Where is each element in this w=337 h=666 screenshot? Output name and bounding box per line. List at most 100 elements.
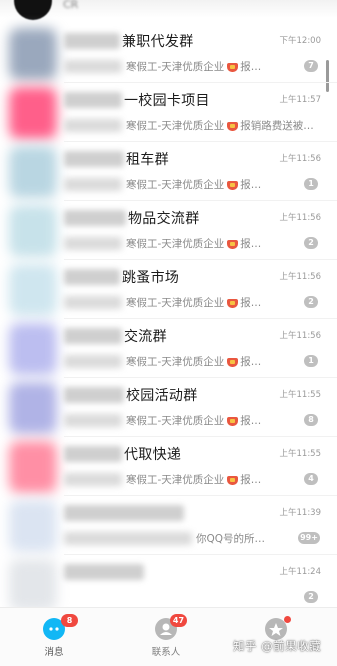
chat-preview-tail: 报… bbox=[240, 178, 262, 191]
unread-count-badge: 1 bbox=[304, 178, 318, 190]
chat-preview: 寒假工-天津优质企业 bbox=[126, 178, 225, 191]
chat-title-wrap bbox=[64, 561, 146, 583]
chat-avatar[interactable] bbox=[9, 500, 57, 552]
tab-messages[interactable]: 8 消息 bbox=[24, 614, 84, 664]
chat-avatar[interactable] bbox=[9, 87, 57, 139]
chat-row[interactable]: 一校园卡项目 上午11:57 寒假工-天津优质企业 报销路费送被… bbox=[0, 83, 337, 142]
chat-time: 上午11:24 bbox=[279, 567, 322, 577]
chat-time: 上午11:57 bbox=[279, 95, 322, 105]
chat-title-wrap: 兼职代发群 bbox=[64, 30, 194, 52]
chat-preview-wrap: 寒假工-天津优质企业 报… bbox=[64, 175, 261, 193]
redacted-title bbox=[64, 564, 144, 580]
chat-preview: 寒假工-天津优质企业 bbox=[126, 296, 225, 309]
chat-title-wrap: 交流群 bbox=[64, 325, 167, 347]
redacted-sender bbox=[64, 177, 122, 191]
red-envelope-icon bbox=[227, 62, 239, 72]
chat-preview-wrap: 寒假工-天津优质企业 报… bbox=[64, 57, 261, 75]
chat-avatar[interactable] bbox=[9, 205, 57, 257]
chat-time: 上午11:55 bbox=[279, 390, 322, 400]
chat-time: 上午11:56 bbox=[279, 213, 322, 223]
unread-count-badge: 2 bbox=[304, 591, 318, 603]
chat-avatar[interactable] bbox=[9, 264, 57, 316]
chat-row[interactable]: 校园活动群 上午11:55 寒假工-天津优质企业 报… 8 bbox=[0, 378, 337, 437]
red-envelope-icon bbox=[227, 121, 239, 131]
chat-avatar[interactable] bbox=[9, 441, 57, 493]
contacts-badge: 47 bbox=[170, 614, 187, 627]
chat-avatar[interactable] bbox=[9, 382, 57, 434]
chat-row[interactable]: 租车群 上午11:56 寒假工-天津优质企业 报… 1 bbox=[0, 142, 337, 201]
redacted-title bbox=[64, 328, 122, 344]
chat-preview-tail: 报… bbox=[240, 414, 262, 427]
red-envelope-icon bbox=[227, 357, 239, 367]
chat-preview-wrap: 你QQ号的所… bbox=[64, 529, 265, 547]
redacted-sender bbox=[64, 354, 122, 368]
top-strip: CR bbox=[0, 0, 337, 20]
tab-messages-label: 消息 bbox=[44, 647, 64, 658]
chat-avatar[interactable] bbox=[9, 323, 57, 375]
chat-avatar[interactable] bbox=[9, 28, 57, 80]
chat-time: 上午11:55 bbox=[279, 449, 322, 459]
tab-contacts[interactable]: 47 联系人 bbox=[136, 614, 196, 664]
chat-time: 上午11:56 bbox=[279, 331, 322, 341]
chat-title-wrap: 代取快递 bbox=[64, 443, 181, 465]
bottom-tab-bar: 8 消息 47 联系人 bbox=[0, 607, 337, 666]
redacted-sender bbox=[64, 413, 122, 427]
redacted-title bbox=[64, 33, 120, 49]
chat-preview-tail: 报销路费送被… bbox=[240, 119, 314, 132]
chat-row[interactable]: 上午11:24 2 bbox=[0, 555, 337, 614]
messages-badge: 8 bbox=[61, 614, 78, 627]
chat-preview: 寒假工-天津优质企业 bbox=[126, 473, 225, 486]
chat-row[interactable]: 物品交流群 上午11:56 寒假工-天津优质企业 报… 2 bbox=[0, 201, 337, 260]
redacted-title bbox=[64, 387, 124, 403]
chat-title-wrap: 租车群 bbox=[64, 148, 169, 170]
chat-preview-wrap: 寒假工-天津优质企业 报… bbox=[64, 293, 261, 311]
header-avatar[interactable] bbox=[14, 0, 52, 20]
redacted-title bbox=[64, 210, 126, 226]
chat-time: 上午11:39 bbox=[279, 508, 322, 518]
unread-count-badge: 7 bbox=[304, 60, 318, 72]
unread-count-badge: 1 bbox=[304, 355, 318, 367]
red-envelope-icon bbox=[227, 239, 239, 249]
unread-count-badge: 8 bbox=[304, 414, 318, 426]
redacted-sender bbox=[64, 59, 122, 73]
chat-preview-wrap: 寒假工-天津优质企业 报… bbox=[64, 234, 261, 252]
chat-preview-wrap: 寒假工-天津优质企业 报销路费送被… bbox=[64, 116, 314, 134]
chat-preview: 寒假工-天津优质企业 bbox=[126, 355, 225, 368]
chat-avatar[interactable] bbox=[9, 146, 57, 198]
dynamic-dot bbox=[284, 616, 291, 623]
chat-title: 校园活动群 bbox=[126, 388, 198, 404]
chat-preview-tail: 报… bbox=[240, 355, 262, 368]
unread-count-badge: 99+ bbox=[298, 532, 320, 544]
red-envelope-icon bbox=[227, 298, 239, 308]
redacted-sender bbox=[64, 531, 192, 545]
chat-avatar[interactable] bbox=[9, 559, 57, 611]
chat-title-wrap: 跳蚤市场 bbox=[64, 266, 179, 288]
chat-title: 跳蚤市场 bbox=[122, 270, 180, 286]
chat-time: 下午12:00 bbox=[279, 36, 322, 46]
unread-count-badge: 4 bbox=[304, 473, 318, 485]
chat-row[interactable]: 上午11:39 你QQ号的所… 99+ bbox=[0, 496, 337, 555]
chat-time: 上午11:56 bbox=[279, 154, 322, 164]
chat-title: 物品交流群 bbox=[128, 211, 200, 227]
chat-preview: 寒假工-天津优质企业 bbox=[126, 60, 225, 73]
redacted-sender bbox=[64, 118, 122, 132]
chat-preview-wrap: 寒假工-天津优质企业 报… bbox=[64, 470, 261, 488]
unread-count-badge: 2 bbox=[304, 237, 318, 249]
redacted-title bbox=[64, 446, 122, 462]
chat-title: 代取快递 bbox=[124, 447, 182, 463]
chat-preview: 你QQ号的所… bbox=[196, 532, 266, 545]
chat-row[interactable]: 兼职代发群 下午12:00 寒假工-天津优质企业 报… 7 bbox=[0, 24, 337, 83]
redacted-title bbox=[64, 151, 124, 167]
chat-title: 租车群 bbox=[126, 152, 169, 168]
chat-row[interactable]: 代取快递 上午11:55 寒假工-天津优质企业 报… 4 bbox=[0, 437, 337, 496]
chat-preview-tail: 报… bbox=[240, 237, 262, 250]
chat-title-wrap: 物品交流群 bbox=[64, 207, 200, 229]
redacted-sender bbox=[64, 472, 122, 486]
chat-row[interactable]: 跳蚤市场 上午11:56 寒假工-天津优质企业 报… 2 bbox=[0, 260, 337, 319]
header-text: CR bbox=[63, 0, 79, 11]
chat-preview-tail: 报… bbox=[240, 296, 262, 309]
chat-title: 一校园卡项目 bbox=[124, 93, 210, 109]
red-envelope-icon bbox=[227, 475, 239, 485]
chat-row[interactable]: 交流群 上午11:56 寒假工-天津优质企业 报… 1 bbox=[0, 319, 337, 378]
red-envelope-icon bbox=[227, 180, 239, 190]
